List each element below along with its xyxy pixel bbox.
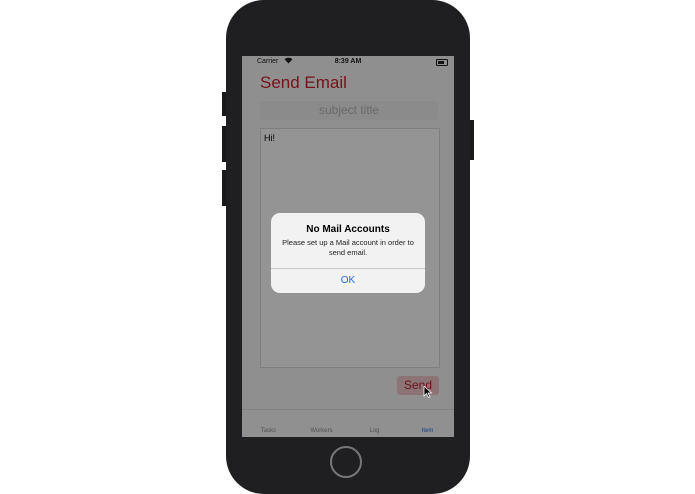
mouse-pointer-icon	[423, 386, 433, 398]
power-button	[470, 120, 474, 160]
alert-ok-button[interactable]: OK	[271, 269, 425, 293]
alert-dialog: No Mail Accounts Please set up a Mail ac…	[271, 213, 425, 293]
volume-button	[222, 170, 226, 206]
volume-button	[222, 126, 226, 162]
home-button[interactable]	[330, 446, 362, 478]
alert-title: No Mail Accounts	[306, 224, 390, 235]
alert-message: Please set up a Mail account in order to…	[282, 238, 414, 257]
phone-screen: Carrier 8:39 AM Send Email subject title…	[242, 56, 454, 437]
volume-button	[222, 92, 226, 116]
